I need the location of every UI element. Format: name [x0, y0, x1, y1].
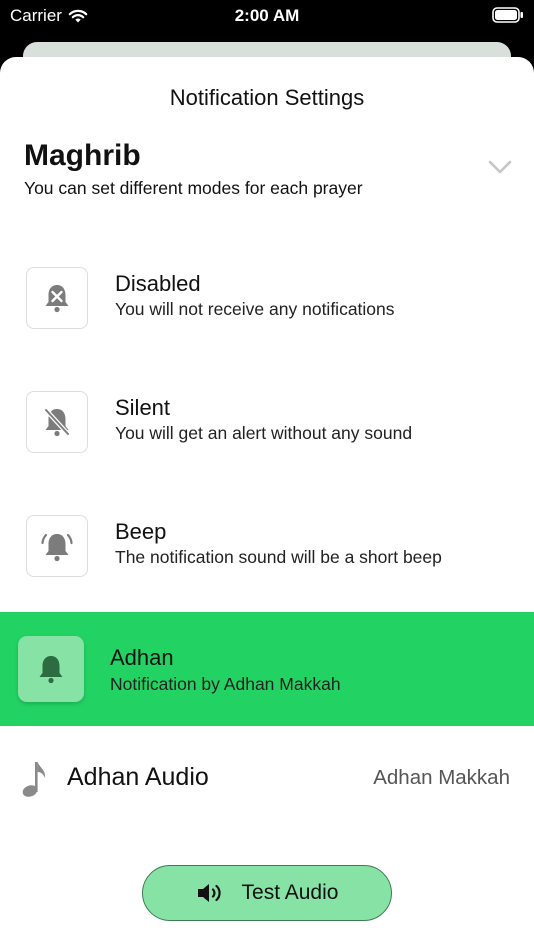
bell-x-icon — [45, 285, 69, 313]
bell-icon — [39, 656, 63, 684]
speaker-icon — [197, 884, 221, 902]
mode-title: Beep — [115, 519, 167, 544]
mode-icon-box — [26, 267, 88, 329]
adhan-audio-row[interactable]: Adhan Audio Adhan Makkah — [0, 747, 534, 807]
mode-icon-box — [26, 391, 88, 453]
prayer-subtitle: You can set different modes for each pra… — [24, 178, 363, 198]
music-note-icon — [22, 762, 46, 797]
prayer-name: Maghrib — [24, 139, 141, 172]
battery-icon — [492, 7, 523, 23]
mode-icon-box — [26, 515, 88, 577]
mode-description: You will not receive any notifications — [115, 299, 395, 319]
mode-description: Notification by Adhan Makkah — [110, 674, 341, 694]
mode-adhan[interactable]: Adhan Notification by Adhan Makkah — [0, 612, 534, 726]
mode-title: Adhan — [110, 645, 174, 670]
mode-icon-box — [18, 636, 84, 702]
chevron-down-icon[interactable] — [487, 157, 513, 177]
status-bar: Carrier 2:00 AM — [0, 0, 534, 32]
adhan-audio-value[interactable]: Adhan Makkah — [373, 766, 510, 790]
mode-beep[interactable]: Beep The notification sound will be a sh… — [0, 491, 534, 605]
status-time: 2:00 AM — [234, 6, 300, 25]
sheet-title: Notification Settings — [169, 85, 365, 110]
mode-disabled[interactable]: Disabled You will not receive any notifi… — [0, 243, 534, 357]
test-audio-button[interactable]: Test Audio — [142, 865, 392, 921]
bell-slash-icon — [43, 407, 71, 437]
adhan-audio-label: Adhan Audio — [67, 763, 209, 791]
test-audio-label: Test Audio — [241, 881, 339, 904]
mode-description: The notification sound will be a short b… — [115, 547, 442, 567]
mode-silent[interactable]: Silent You will get an alert without any… — [0, 367, 534, 481]
mode-description: You will get an alert without any sound — [115, 423, 413, 443]
bell-ring-icon — [41, 533, 73, 562]
mode-title: Disabled — [115, 271, 201, 296]
mode-title: Silent — [115, 395, 171, 420]
notification-settings-sheet: Notification Settings Maghrib You can se… — [0, 57, 534, 950]
